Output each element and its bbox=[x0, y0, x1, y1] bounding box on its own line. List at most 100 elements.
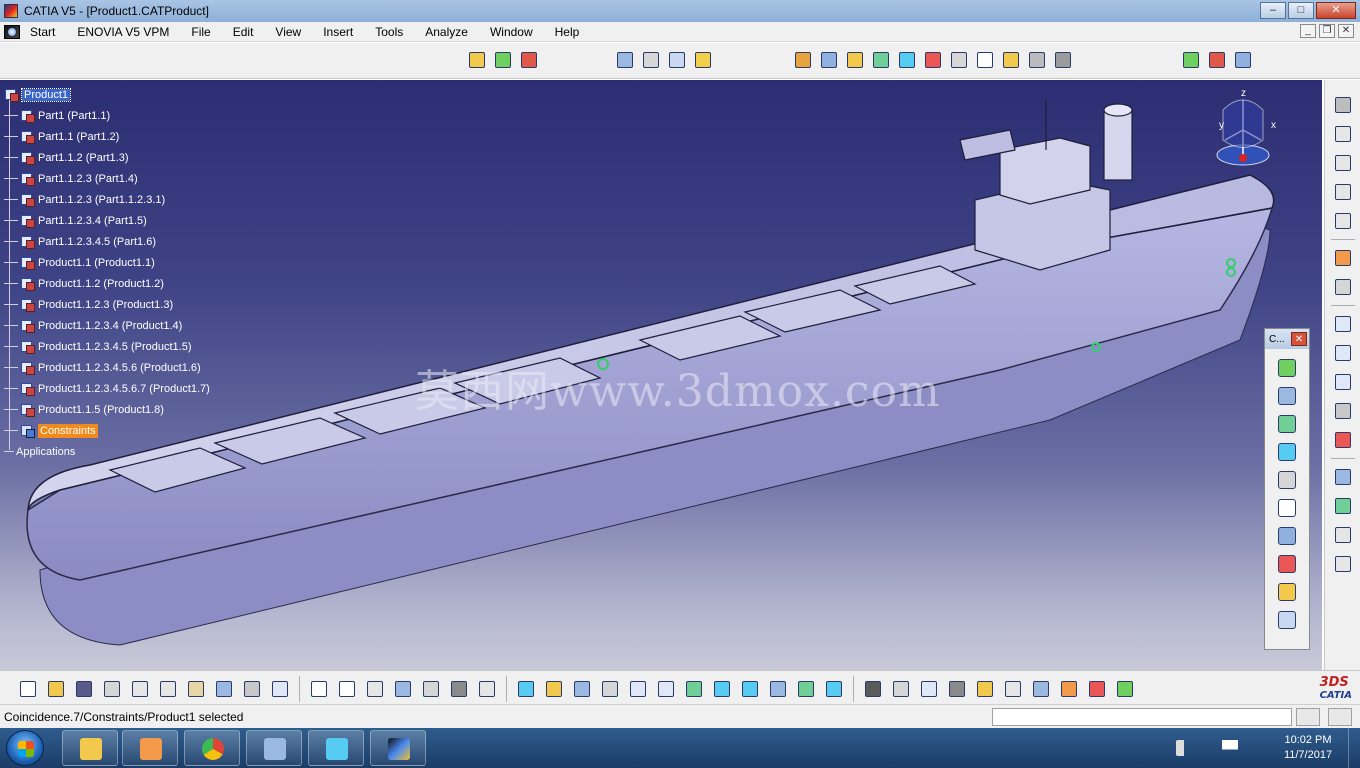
tree-item[interactable]: Product1.1.2.3 (Product1.3) bbox=[4, 294, 210, 315]
insert-new-product-icon[interactable] bbox=[492, 49, 514, 71]
tree-expand-icon[interactable] bbox=[419, 677, 443, 701]
render-scene-icon[interactable] bbox=[1085, 677, 1109, 701]
add-icon[interactable] bbox=[870, 49, 892, 71]
distance-analysis-icon[interactable] bbox=[1332, 152, 1354, 174]
multi-view-icon[interactable] bbox=[710, 677, 734, 701]
formula-fx-icon[interactable] bbox=[307, 677, 331, 701]
menu-window[interactable]: Window bbox=[479, 25, 544, 39]
status-stop-button[interactable] bbox=[1328, 708, 1352, 726]
taskbar-chrome-button[interactable] bbox=[184, 730, 240, 766]
tree-item[interactable]: Part1.1.2.3 (Part1.4) bbox=[4, 168, 210, 189]
catalog-browser-icon[interactable] bbox=[945, 677, 969, 701]
color-palette-icon[interactable] bbox=[1113, 677, 1137, 701]
split-icon[interactable] bbox=[792, 49, 814, 71]
generate-numbering-icon[interactable] bbox=[889, 677, 913, 701]
taskbar-remote-desktop-button[interactable] bbox=[246, 730, 302, 766]
section-icon[interactable] bbox=[1332, 181, 1354, 203]
maximize-button[interactable]: □ bbox=[1288, 2, 1314, 19]
constraint-icon[interactable] bbox=[1180, 49, 1202, 71]
menu-help[interactable]: Help bbox=[544, 25, 591, 39]
show-desktop-button[interactable] bbox=[1348, 728, 1360, 768]
swap-visible-space-icon[interactable] bbox=[822, 677, 846, 701]
menu-analyze[interactable]: Analyze bbox=[414, 25, 479, 39]
hole-icon[interactable] bbox=[818, 49, 840, 71]
measure-item-icon[interactable] bbox=[1332, 342, 1354, 364]
insert-new-component-icon[interactable] bbox=[466, 49, 488, 71]
camera-capture-icon[interactable] bbox=[861, 677, 885, 701]
lock-icon[interactable] bbox=[447, 677, 471, 701]
refresh-icon[interactable] bbox=[1001, 677, 1025, 701]
smart-move-icon[interactable] bbox=[692, 49, 714, 71]
fit-all-icon[interactable] bbox=[542, 677, 566, 701]
tree-item[interactable]: Part1.1.2 (Part1.3) bbox=[4, 147, 210, 168]
cut-icon[interactable] bbox=[128, 677, 152, 701]
measure-between-icon[interactable] bbox=[1332, 313, 1354, 335]
tools-palette-icon[interactable] bbox=[1057, 677, 1081, 701]
floating-toolbar-header[interactable]: C... ✕ bbox=[1265, 329, 1309, 349]
clash-icon[interactable] bbox=[1332, 123, 1354, 145]
angle-constraint-icon[interactable] bbox=[1276, 441, 1298, 463]
reuse-pattern-icon[interactable] bbox=[1232, 49, 1254, 71]
save-icon[interactable] bbox=[72, 677, 96, 701]
menu-tools[interactable]: Tools bbox=[364, 25, 414, 39]
scene-icon[interactable] bbox=[1026, 49, 1048, 71]
new-document-icon[interactable] bbox=[16, 677, 40, 701]
catia-app-icon[interactable] bbox=[4, 4, 18, 18]
measure-distance-icon[interactable] bbox=[917, 677, 941, 701]
eraser-icon[interactable] bbox=[1029, 677, 1053, 701]
3d-viewport[interactable]: z y x Product1 Part1 (Part1.1) Part1.1 (… bbox=[0, 80, 1322, 670]
menu-start[interactable]: Start bbox=[26, 25, 66, 39]
tree-item[interactable]: Product1.1.2.3.4.5.6 (Product1.6) bbox=[4, 357, 210, 378]
tree-item[interactable]: Part1.1.2.3.4 (Part1.5) bbox=[4, 210, 210, 231]
volume-muted-icon[interactable] bbox=[1176, 740, 1192, 756]
copy-icon[interactable] bbox=[156, 677, 180, 701]
snap-icon[interactable] bbox=[640, 49, 662, 71]
bottle-material-icon[interactable] bbox=[973, 677, 997, 701]
tree-item[interactable]: Product1.1.2.3.4.5 (Product1.5) bbox=[4, 336, 210, 357]
fix-together-icon[interactable] bbox=[1276, 497, 1298, 519]
floating-toolbar-close-button[interactable]: ✕ bbox=[1291, 332, 1307, 346]
coincidence-constraint-icon[interactable] bbox=[1276, 357, 1298, 379]
fix-component-icon[interactable] bbox=[1276, 469, 1298, 491]
symmetry-icon[interactable] bbox=[922, 49, 944, 71]
constraints-floating-toolbar[interactable]: C... ✕ bbox=[1264, 328, 1310, 650]
print-icon[interactable] bbox=[100, 677, 124, 701]
bom-list-icon[interactable] bbox=[1332, 524, 1354, 546]
tree-item[interactable]: Product1.1.2.3.4.5.6.7 (Product1.7) bbox=[4, 378, 210, 399]
doc-minimize-button[interactable]: _ bbox=[1300, 24, 1316, 38]
iso-view-icon[interactable] bbox=[738, 677, 762, 701]
fly-mode-icon[interactable] bbox=[514, 677, 538, 701]
part-view-icon[interactable] bbox=[1332, 495, 1354, 517]
menu-file[interactable]: File bbox=[180, 25, 221, 39]
minimize-button[interactable]: – bbox=[1260, 2, 1286, 19]
windows-start-button[interactable] bbox=[6, 730, 44, 766]
tree-item[interactable]: Part1.1 (Part1.2) bbox=[4, 126, 210, 147]
change-constraint-icon[interactable] bbox=[1276, 581, 1298, 603]
tree-item-applications[interactable]: Applications bbox=[4, 441, 210, 462]
tree-item[interactable]: Product1.1 (Product1.1) bbox=[4, 252, 210, 273]
flexible-sub-assembly-icon[interactable] bbox=[1276, 553, 1298, 575]
normal-view-icon[interactable] bbox=[682, 677, 706, 701]
power-input-field[interactable] bbox=[992, 708, 1292, 726]
sectioning-icon[interactable] bbox=[1332, 210, 1354, 232]
close-button[interactable]: ✕ bbox=[1316, 2, 1356, 19]
catalog-icon[interactable] bbox=[1052, 49, 1074, 71]
menu-enovia[interactable]: ENOVIA V5 VPM bbox=[66, 25, 180, 39]
status-options-button[interactable] bbox=[1296, 708, 1320, 726]
taskbar-media-player-button[interactable] bbox=[122, 730, 178, 766]
pan-icon[interactable] bbox=[570, 677, 594, 701]
design-table-icon[interactable] bbox=[475, 677, 499, 701]
gear-settings-icon[interactable] bbox=[1332, 94, 1354, 116]
hide-show-icon[interactable] bbox=[794, 677, 818, 701]
explode-icon[interactable] bbox=[666, 49, 688, 71]
tree-item[interactable]: Part1.1.2.3 (Part1.1.2.3.1) bbox=[4, 189, 210, 210]
update-icon[interactable] bbox=[1206, 49, 1228, 71]
menu-edit[interactable]: Edit bbox=[222, 25, 265, 39]
shading-icon[interactable] bbox=[766, 677, 790, 701]
undo-icon[interactable] bbox=[212, 677, 236, 701]
taskbar-catia-button[interactable] bbox=[370, 730, 426, 766]
menu-view[interactable]: View bbox=[264, 25, 312, 39]
remove-icon[interactable] bbox=[896, 49, 918, 71]
tree-item[interactable]: Product1.1.5 (Product1.8) bbox=[4, 399, 210, 420]
bill-of-material-icon[interactable] bbox=[948, 49, 970, 71]
